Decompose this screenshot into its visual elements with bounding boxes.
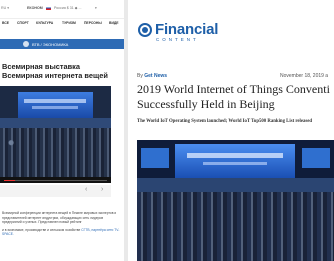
nav-item-culture[interactable]: КУЛЬТУРА [36,21,53,25]
screen-subtitle-bar [203,162,267,165]
side-screen-left [141,148,169,168]
article-body: Всемирной конференции интернета вещей в … [2,211,120,240]
article-subheadline: The World IoT Operating System launched;… [137,119,313,124]
top-dropdown[interactable]: ▾ [95,6,97,10]
left-news-site: RU ▾ ЕКОНОМ Россия $ 31 ◆ ... ▾ ВСЕ СПОР… [0,0,124,261]
stage-screen [175,144,295,178]
section-bar: ВТВ / ЭКОНОМИКА [0,39,124,49]
flag-icon [46,6,51,10]
stage [137,178,334,192]
article-headline: Всемирная выставка Всемирная интернета в… [2,62,108,80]
nav-item-video[interactable]: ВИДЕ [109,21,119,25]
stage-screen [18,92,93,118]
main-nav: ВСЕ СПОРТ КУЛЬТУРА ТУРИЗМ ПЕРСОНЫ ВИДЕ [0,18,124,26]
screen-title-bar [24,99,86,103]
site-logo[interactable]: Financial [155,21,218,38]
audience [0,128,111,177]
video-thumbnail[interactable] [0,86,111,177]
currency-ticker: Россия $ 31 ◆ ... [54,6,82,10]
byline-prefix: By [137,73,143,79]
top-bar: RU ▾ ЕКОНОМ Россия $ 31 ◆ ... ▾ [0,0,124,15]
right-news-site: Financial CONTENT By Get News November 1… [128,0,334,261]
site-logo-subtitle: CONTENT [156,37,199,42]
screen-title-bar [187,153,283,158]
nav-item-persons[interactable]: ПЕРСОНЫ [84,21,102,25]
article-photo [137,140,334,261]
prev-button[interactable]: ‹ [85,186,87,193]
next-button[interactable]: › [101,186,103,193]
article-date: November 18, 2019 a [280,73,329,79]
body-paragraph: и в экономике, производстве и сельском х… [2,227,120,237]
channel-logo-icon [23,41,29,47]
financial-content-logo-icon[interactable] [138,23,152,37]
video-progress-bar[interactable] [0,177,111,183]
side-screen-right [302,148,330,168]
progress-track [4,179,107,181]
carousel-controls: ‹ › [0,185,111,197]
nav-item-tourism[interactable]: ТУРИЗМ [62,21,76,25]
language-selector[interactable]: RU ▾ [1,6,9,10]
body-paragraph: Всемирной конференции интернета вещей в … [2,211,117,224]
article-headline: 2019 World Internet of Things Conventi S… [137,82,330,111]
progress-fill [4,179,16,181]
nav-item-all[interactable]: ВСЕ [2,21,9,25]
section-label[interactable]: ВТВ / ЭКОНОМИКА [32,42,68,47]
audience [137,192,334,261]
byline: By Get News [137,73,167,79]
screen-subtitle-bar [32,106,78,109]
brand-label: ЕКОНОМ [27,6,43,10]
stage [0,118,111,128]
byline-source-link[interactable]: Get News [144,73,167,79]
nav-item-sport[interactable]: СПОРТ [17,21,29,25]
